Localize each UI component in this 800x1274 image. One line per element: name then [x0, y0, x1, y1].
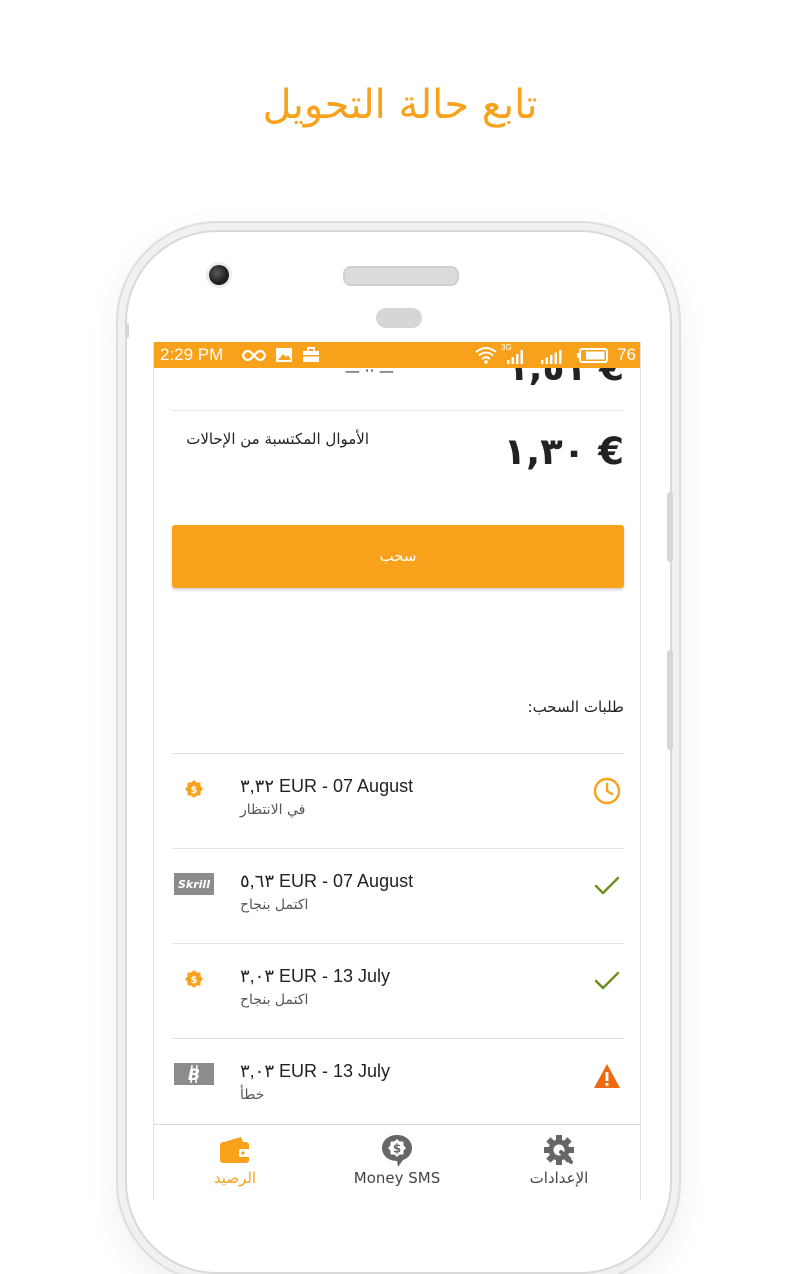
request-status: خطأ — [240, 1087, 265, 1103]
phone-power-button — [667, 650, 673, 750]
battery-icon — [577, 348, 608, 363]
request-title: ٣,٠٣ EUR - 13 July — [240, 1061, 391, 1081]
front-camera — [209, 265, 229, 285]
headline: تابع حالة التحويل — [262, 82, 538, 128]
app-screen: 2:29 PM 3G 76 — ·· — € ١,٥١ الأموال المك… — [153, 342, 641, 1200]
battery-level: 76 — [617, 345, 636, 364]
withdraw-requests-title: طلبات السحب: — [527, 698, 624, 716]
check-icon — [594, 876, 620, 895]
svg-text:$: $ — [191, 785, 198, 796]
status-time: 2:29 PM — [160, 345, 224, 364]
wifi-icon — [475, 347, 497, 364]
list-item[interactable]: $ ٣,٣٢ EUR - 07 August في الانتظار — [172, 754, 624, 849]
balance-row-partial: — ·· — € ١,٥١ — [172, 368, 624, 411]
balance-amount-partial: € ١,٥١ — [506, 368, 624, 389]
nav-label: الرصيد — [213, 1169, 257, 1187]
phone-volume-button — [667, 492, 673, 562]
clock-icon — [593, 777, 621, 805]
request-status: في الانتظار — [240, 802, 306, 818]
status-bar: 2:29 PM 3G 76 — [154, 342, 640, 368]
list-item[interactable]: B ٣,٠٣ EUR - 13 July خطأ — [172, 1039, 624, 1134]
check-icon — [594, 971, 620, 990]
list-item[interactable]: Skrill ٥,٦٣ EUR - 07 August اكتمل بنجاح — [172, 849, 624, 944]
request-title: ٥,٦٣ EUR - 07 August — [240, 871, 414, 891]
signal-icon — [541, 350, 562, 364]
bitcoin-icon: B — [174, 1063, 214, 1085]
request-status: اكتمل بنجاح — [240, 897, 309, 913]
list-item[interactable]: $ ٣,٠٣ EUR - 13 July اكتمل بنجاح — [172, 944, 624, 1039]
referral-earnings-label: الأموال المكتسبة من الإحالات — [186, 430, 369, 448]
withdraw-button[interactable]: سحب — [172, 525, 624, 588]
request-title: ٣,٣٢ EUR - 07 August — [240, 776, 414, 796]
referral-earnings-amount: € ١,٣٠ — [503, 430, 624, 473]
coin-dollar-icon: $ — [185, 970, 203, 988]
skrill-logo-text: Skrill — [178, 878, 210, 891]
request-title: ٣,٠٣ EUR - 13 July — [240, 966, 391, 986]
proximity-sensor — [376, 308, 422, 328]
balance-label-partial: — ·· — — [344, 368, 394, 380]
svg-text:$: $ — [191, 975, 198, 986]
nav-balance[interactable]: الرصيد — [154, 1125, 316, 1200]
settings-gear-icon — [544, 1135, 574, 1165]
earpiece-speaker — [343, 266, 459, 286]
briefcase-icon — [303, 347, 319, 362]
svg-text:$: $ — [393, 1142, 401, 1156]
bottom-navigation: الرصيد $ Money SMS الإعدادات — [154, 1124, 640, 1200]
request-status: اكتمل بنجاح — [240, 992, 309, 1008]
nav-label: Money SMS — [353, 1169, 441, 1187]
sms-dollar-icon: $ — [382, 1135, 412, 1167]
nav-money-sms[interactable]: $ Money SMS — [316, 1125, 478, 1200]
image-icon — [276, 348, 292, 362]
coin-dollar-icon: $ — [185, 780, 203, 798]
nav-settings[interactable]: الإعدادات — [478, 1125, 640, 1200]
wallet-icon — [220, 1137, 250, 1163]
nav-label: الإعدادات — [529, 1169, 589, 1187]
signal-3g-icon — [507, 350, 523, 364]
warning-icon — [594, 1064, 620, 1088]
skrill-logo-icon: Skrill — [174, 873, 214, 895]
phone-side-notch — [125, 323, 129, 338]
svg-text:B: B — [188, 1065, 200, 1084]
infinity-icon — [242, 349, 266, 362]
